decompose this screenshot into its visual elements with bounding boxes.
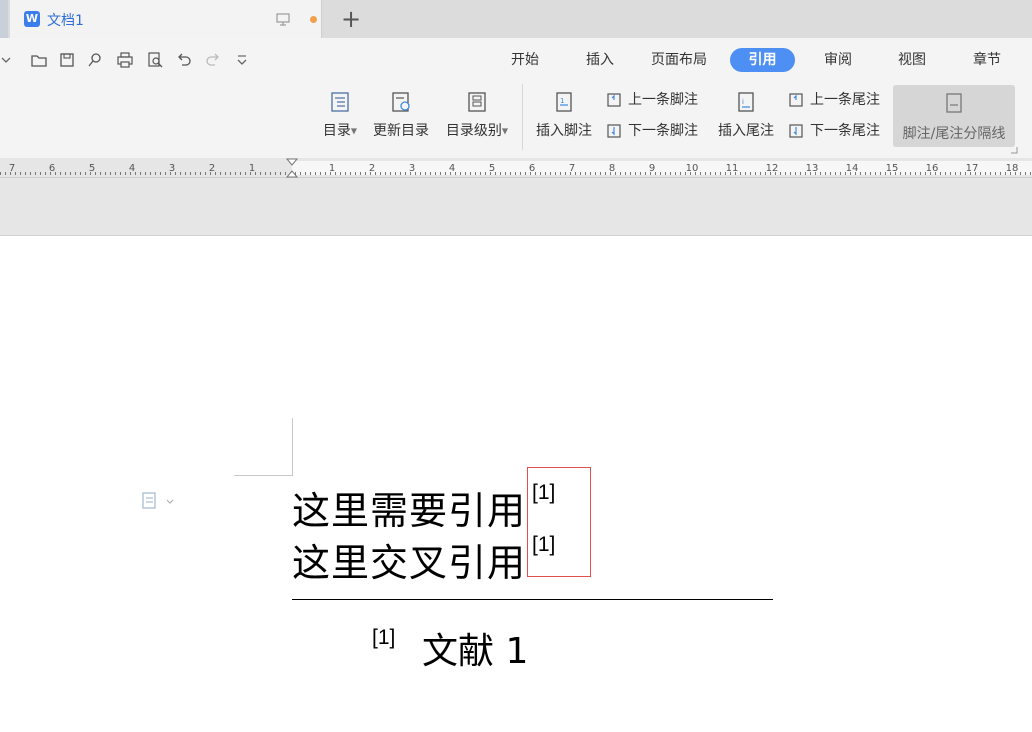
tab-bar: W 文档1 + — [0, 0, 1032, 38]
ruler-number-left: 1 — [249, 163, 255, 174]
ruler-number-right: 16 — [926, 163, 939, 174]
insert-footnote-button[interactable]: 1 插入脚注 — [532, 90, 596, 140]
ruler-number-right: 12 — [766, 163, 779, 174]
group-divider — [522, 84, 523, 150]
ruler-number-right: 5 — [489, 163, 495, 174]
ruler-number-left: 4 — [129, 163, 135, 174]
update-toc-label: 更新目录 — [373, 123, 429, 139]
tab-references[interactable]: 引用 — [730, 48, 795, 72]
insert-endnote-icon: i — [738, 92, 754, 112]
ruler-number-right: 6 — [529, 163, 535, 174]
horizontal-ruler[interactable]: 7 6 5 4 3 2 1 1 2 3 4 5 6 7 8 9 10 11 12 13 14 15 16 17 18 — [0, 158, 1032, 178]
document-tab[interactable]: W 文档1 — [10, 0, 322, 38]
prev-endnote-label: 上一条尾注 — [810, 92, 880, 108]
redo-icon[interactable] — [204, 51, 222, 69]
ribbon-toolbar: 开始 插入 页面布局 引用 审阅 视图 章节 目录▼ 更新目录 目录级别▼ 1 … — [0, 38, 1032, 158]
ruler-number-right: 11 — [726, 163, 739, 174]
ruler-number-right: 10 — [686, 163, 699, 174]
ruler-number-right: 2 — [369, 163, 375, 174]
body-text-line-2[interactable]: 这里交叉引用 — [292, 532, 526, 587]
tab-start[interactable]: 开始 — [497, 48, 553, 72]
next-footnote-button[interactable]: 下一条脚注 — [606, 120, 698, 142]
save-icon[interactable] — [58, 51, 76, 69]
toc-level-icon — [468, 92, 486, 112]
insert-endnote-label: 插入尾注 — [718, 123, 774, 139]
svg-text:i: i — [742, 98, 744, 106]
caret-down-icon: ▼ — [350, 126, 358, 136]
footnote-text[interactable]: 文献 1 — [422, 622, 528, 674]
toc-level-label: 目录级别 — [445, 123, 502, 139]
insert-footnote-label: 插入脚注 — [536, 123, 592, 139]
toc-button[interactable]: 目录▼ — [318, 90, 362, 140]
prev-footnote-icon — [607, 93, 621, 107]
next-footnote-icon — [607, 124, 621, 138]
prev-footnote-button[interactable]: 上一条脚注 — [606, 89, 698, 111]
document-tab-title: 文档1 — [47, 13, 84, 29]
next-endnote-icon — [789, 124, 803, 138]
monitor-icon[interactable] — [276, 12, 290, 26]
ruler-number-right: 18 — [1006, 163, 1019, 174]
update-toc-button[interactable]: 更新目录 — [369, 90, 433, 140]
ruler-number-right: 3 — [409, 163, 415, 174]
chevron-down-icon[interactable] — [0, 51, 18, 69]
tab-chapter[interactable]: 章节 — [959, 48, 1015, 72]
ruler-ticks: 7 6 5 4 3 2 1 1 2 3 4 5 6 7 8 9 10 11 12 13 14 15 16 17 18 — [0, 158, 1032, 178]
prev-endnote-button[interactable]: 上一条尾注 — [788, 89, 880, 111]
ruler-number-right: 15 — [886, 163, 899, 174]
tab-view[interactable]: 视图 — [884, 48, 940, 72]
update-toc-icon — [392, 92, 410, 112]
separator-line-icon — [946, 93, 962, 113]
page-top-margin-area — [0, 178, 1032, 236]
ruler-number-right: 9 — [649, 163, 655, 174]
footnote-ref-number[interactable]: [1] — [372, 626, 395, 650]
open-folder-icon[interactable] — [30, 51, 48, 69]
ruler-number-left: 2 — [209, 163, 215, 174]
next-endnote-label: 下一条尾注 — [810, 123, 880, 139]
paragraph-layout-icon[interactable] — [142, 492, 176, 510]
new-tab-plus-icon[interactable]: + — [340, 6, 362, 32]
ruler-number-left: 5 — [89, 163, 95, 174]
ruler-number-right: 4 — [449, 163, 455, 174]
customize-toolbar-icon[interactable] — [234, 51, 252, 69]
group-launcher-icon[interactable] — [1010, 146, 1018, 154]
document-page[interactable]: 这里需要引用 [1] 这里交叉引用 [1] [1] 文献 1 — [0, 236, 1032, 732]
ruler-number-right: 7 — [569, 163, 575, 174]
ruler-number-right: 14 — [846, 163, 859, 174]
print-preview-icon[interactable] — [146, 51, 164, 69]
ruler-number-right: 1 — [329, 163, 335, 174]
prev-endnote-icon — [789, 93, 803, 107]
undo-icon[interactable] — [175, 51, 193, 69]
search-doc-icon[interactable] — [86, 51, 104, 69]
toc-label: 目录 — [322, 123, 351, 139]
next-footnote-label: 下一条脚注 — [628, 123, 698, 139]
ruler-number-left: 7 — [9, 163, 15, 174]
highlight-box — [527, 467, 591, 577]
ruler-number-left: 3 — [169, 163, 175, 174]
unsaved-dot-icon — [310, 16, 317, 23]
insert-endnote-button[interactable]: i 插入尾注 — [714, 90, 778, 140]
footnote-separator-line — [292, 599, 773, 600]
toc-level-button[interactable]: 目录级别▼ — [440, 90, 514, 140]
separator-line-label: 脚注/尾注分隔线 — [902, 126, 1006, 142]
tab-page-layout[interactable]: 页面布局 — [637, 48, 721, 72]
next-endnote-button[interactable]: 下一条尾注 — [788, 120, 880, 142]
body-text-line-1[interactable]: 这里需要引用 — [292, 480, 526, 535]
svg-text:1: 1 — [560, 97, 564, 105]
toc-icon — [331, 92, 349, 112]
tab-bar-edge — [0, 0, 8, 38]
insert-footnote-icon: 1 — [556, 92, 572, 112]
footnote-separator-button[interactable]: 脚注/尾注分隔线 — [893, 85, 1015, 147]
writer-doc-icon: W — [24, 11, 40, 27]
ruler-number-right: 8 — [609, 163, 615, 174]
caret-down-icon: ▼ — [501, 126, 509, 136]
ruler-number-left: 6 — [49, 163, 55, 174]
ruler-number-right: 17 — [966, 163, 979, 174]
tab-review[interactable]: 审阅 — [810, 48, 866, 72]
prev-footnote-label: 上一条脚注 — [628, 92, 698, 108]
print-icon[interactable] — [116, 51, 134, 69]
margin-corner-mark — [234, 418, 293, 476]
tab-insert[interactable]: 插入 — [572, 48, 628, 72]
ruler-number-right: 13 — [806, 163, 819, 174]
